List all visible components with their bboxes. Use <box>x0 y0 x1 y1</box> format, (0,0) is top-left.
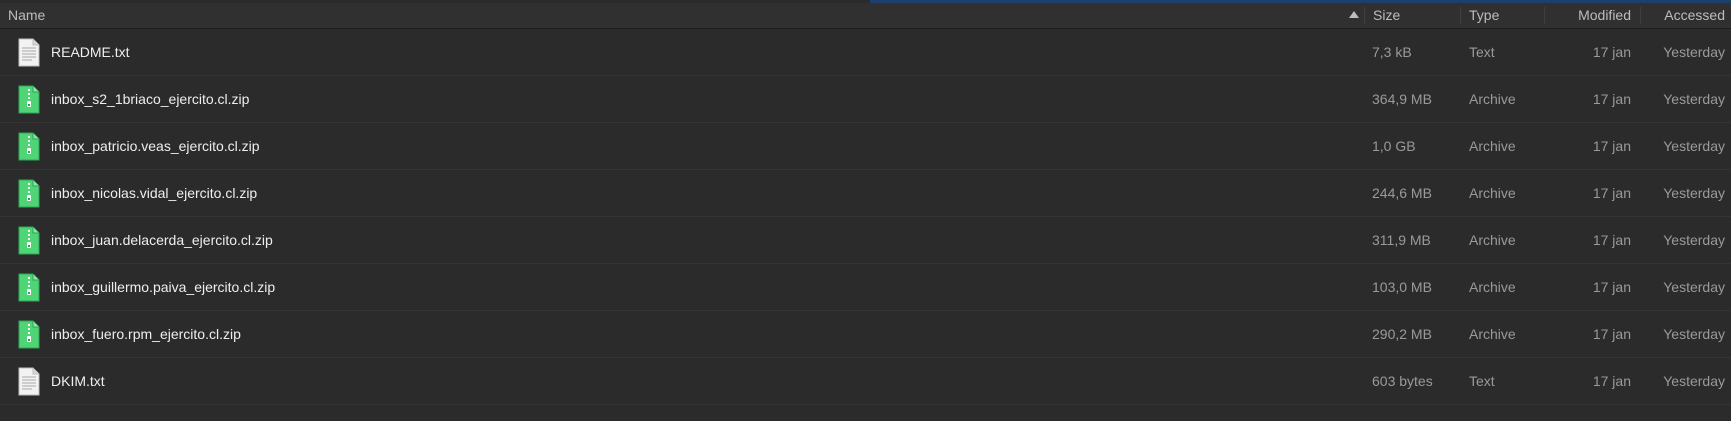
file-list-view: Name Size Type Modified Accessed README.… <box>0 0 1731 421</box>
column-separator[interactable] <box>1460 7 1461 24</box>
file-modified: 17 jan <box>1592 138 1631 154</box>
file-name: inbox_guillermo.paiva_ejercito.cl.zip <box>51 279 276 295</box>
file-rows: README.txt 7,3 kB Text 17 jan Yesterday inbox… <box>0 29 1731 405</box>
file-modified: 17 jan <box>1592 279 1631 295</box>
file-size: 1,0 GB <box>1372 138 1416 154</box>
file-accessed: Yesterday <box>1663 279 1725 295</box>
text-file-icon <box>17 38 41 67</box>
file-type: Archive <box>1469 91 1516 107</box>
archive-file-icon <box>17 85 41 114</box>
file-row[interactable]: inbox_patricio.veas_ejercito.cl.zip 1,0 G… <box>0 123 1731 170</box>
file-type: Archive <box>1469 138 1516 154</box>
file-accessed: Yesterday <box>1663 44 1725 60</box>
column-header-modified[interactable]: Modified <box>1578 3 1631 28</box>
file-size: 7,3 kB <box>1372 44 1412 60</box>
file-size: 244,6 MB <box>1372 185 1432 201</box>
column-header-size[interactable]: Size <box>1373 3 1400 28</box>
archive-file-icon <box>17 132 41 161</box>
file-modified: 17 jan <box>1592 44 1631 60</box>
file-type: Text <box>1469 44 1495 60</box>
file-type: Archive <box>1469 326 1516 342</box>
column-separator[interactable] <box>1364 7 1365 24</box>
archive-file-icon <box>17 179 41 208</box>
file-size: 603 bytes <box>1372 373 1433 389</box>
column-separator[interactable] <box>1640 7 1641 24</box>
file-accessed: Yesterday <box>1663 326 1725 342</box>
file-row[interactable]: DKIM.txt 603 bytes Text 17 jan Yesterday <box>0 358 1731 405</box>
file-accessed: Yesterday <box>1663 185 1725 201</box>
file-name: inbox_juan.delacerda_ejercito.cl.zip <box>51 232 273 248</box>
file-modified: 17 jan <box>1592 91 1631 107</box>
file-name: DKIM.txt <box>51 373 105 389</box>
file-type: Archive <box>1469 185 1516 201</box>
file-type: Archive <box>1469 232 1516 248</box>
file-name: inbox_patricio.veas_ejercito.cl.zip <box>51 138 260 154</box>
file-size: 364,9 MB <box>1372 91 1432 107</box>
column-header-bar: Name Size Type Modified Accessed <box>0 3 1731 29</box>
file-row[interactable]: inbox_s2_1briaco_ejercito.cl.zip 364,9 MB… <box>0 76 1731 123</box>
column-separator[interactable] <box>1544 7 1545 24</box>
file-modified: 17 jan <box>1592 326 1631 342</box>
file-accessed: Yesterday <box>1663 91 1725 107</box>
file-size: 290,2 MB <box>1372 326 1432 342</box>
file-row[interactable]: inbox_juan.delacerda_ejercito.cl.zip 311,… <box>0 217 1731 264</box>
file-size: 103,0 MB <box>1372 279 1432 295</box>
file-modified: 17 jan <box>1592 232 1631 248</box>
sort-ascending-icon <box>1349 11 1359 18</box>
file-name: README.txt <box>51 44 130 60</box>
file-accessed: Yesterday <box>1663 373 1725 389</box>
file-accessed: Yesterday <box>1663 138 1725 154</box>
file-modified: 17 jan <box>1592 373 1631 389</box>
file-row[interactable]: README.txt 7,3 kB Text 17 jan Yesterday <box>0 29 1731 76</box>
file-name: inbox_s2_1briaco_ejercito.cl.zip <box>51 91 250 107</box>
column-header-accessed[interactable]: Accessed <box>1664 3 1725 28</box>
file-row[interactable]: inbox_nicolas.vidal_ejercito.cl.zip 244,6… <box>0 170 1731 217</box>
file-name: inbox_nicolas.vidal_ejercito.cl.zip <box>51 185 258 201</box>
file-row[interactable]: inbox_fuero.rpm_ejercito.cl.zip 290,2 MB A… <box>0 311 1731 358</box>
file-type: Text <box>1469 373 1495 389</box>
file-modified: 17 jan <box>1592 185 1631 201</box>
archive-file-icon <box>17 226 41 255</box>
file-size: 311,9 MB <box>1372 232 1431 248</box>
file-accessed: Yesterday <box>1663 232 1725 248</box>
text-file-icon <box>17 367 41 396</box>
column-header-type[interactable]: Type <box>1469 3 1499 28</box>
column-header-name[interactable]: Name <box>8 3 45 28</box>
file-row[interactable]: inbox_guillermo.paiva_ejercito.cl.zip 103… <box>0 264 1731 311</box>
file-type: Archive <box>1469 279 1516 295</box>
archive-file-icon <box>17 273 41 302</box>
archive-file-icon <box>17 320 41 349</box>
file-name: inbox_fuero.rpm_ejercito.cl.zip <box>51 326 241 342</box>
